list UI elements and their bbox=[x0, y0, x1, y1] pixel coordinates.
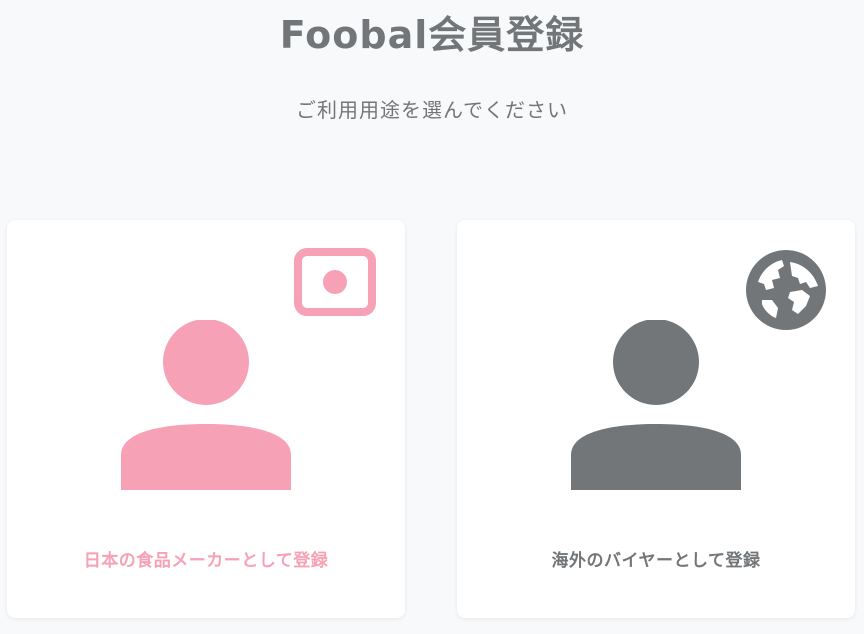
register-as-overseas-buyer-card[interactable]: 海外のバイヤーとして登録 bbox=[457, 220, 855, 618]
user-icon bbox=[121, 320, 291, 490]
user-icon bbox=[571, 320, 741, 490]
page-subtitle: ご利用用途を選んでください bbox=[296, 98, 568, 122]
registration-page: Foobal会員登録 ご利用用途を選んでください 日本の食品メーカーとして登録 … bbox=[0, 0, 864, 634]
globe-icon bbox=[746, 250, 826, 330]
register-as-japanese-manufacturer-card[interactable]: 日本の食品メーカーとして登録 bbox=[7, 220, 405, 618]
register-as-japanese-manufacturer-label: 日本の食品メーカーとして登録 bbox=[83, 551, 329, 571]
register-as-overseas-buyer-label: 海外のバイヤーとして登録 bbox=[551, 551, 761, 571]
japan-flag-icon bbox=[294, 248, 376, 316]
page-title: Foobal会員登録 bbox=[279, 13, 585, 57]
